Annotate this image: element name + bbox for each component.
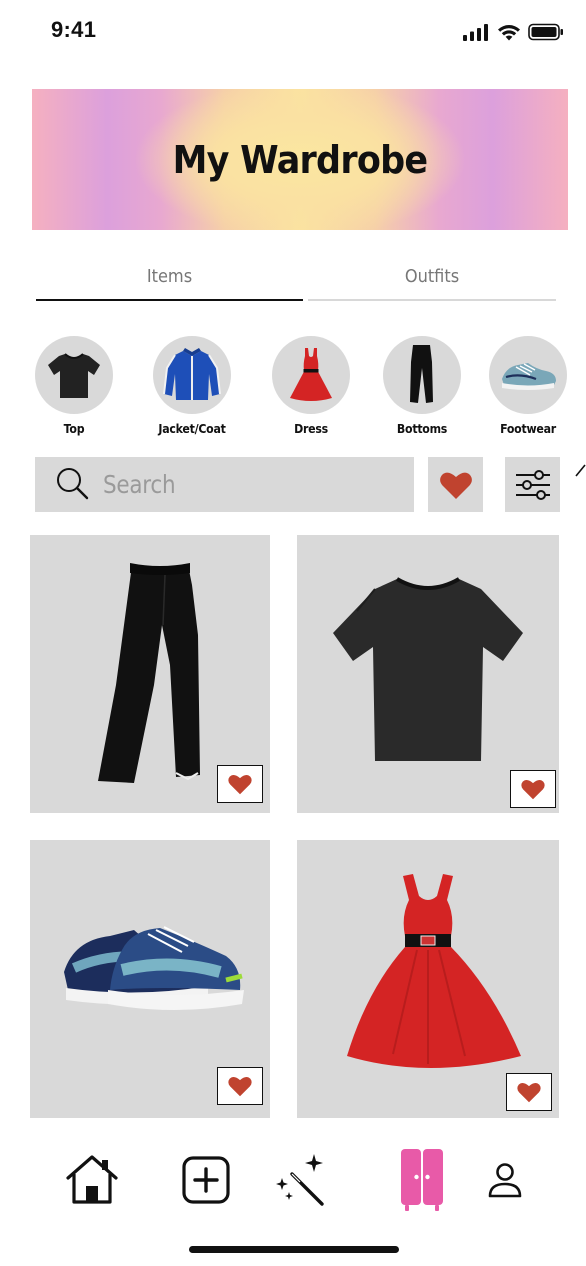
tab-items[interactable]: Items <box>36 250 303 302</box>
status-time: 9:41 <box>51 17 97 42</box>
category-row: Top Jacket/Coat Dress Bottoms Footwear <box>0 336 586 446</box>
category-label: Dress <box>294 421 328 436</box>
item-card-dress[interactable] <box>297 840 559 1118</box>
category-bottoms-thumb <box>383 336 461 414</box>
dress-icon <box>290 348 332 401</box>
nav-style-assistant[interactable] <box>268 1140 332 1220</box>
scroll-arrow-icon <box>575 464 586 477</box>
home-icon <box>66 1155 118 1204</box>
tab-indicator-active <box>36 299 303 301</box>
nav-profile[interactable] <box>478 1140 532 1220</box>
nav-home[interactable] <box>62 1140 122 1220</box>
filter-settings-button[interactable] <box>505 457 560 512</box>
page-title: My Wardrobe <box>172 137 429 182</box>
add-icon <box>182 1156 230 1204</box>
tab-outfits[interactable]: Outfits <box>308 250 556 302</box>
heart-icon <box>521 779 545 800</box>
item-card-t-shirt[interactable] <box>297 535 559 813</box>
category-bottoms[interactable]: Bottoms <box>367 336 477 436</box>
category-jacket-coat[interactable]: Jacket/Coat <box>137 336 247 436</box>
category-top-thumb <box>35 336 113 414</box>
heart-icon <box>439 472 472 499</box>
status-icons <box>462 20 564 44</box>
category-label: Jacket/Coat <box>158 421 226 436</box>
wardrobe-icon <box>401 1149 443 1211</box>
nav-add-item[interactable] <box>176 1140 236 1220</box>
favorite-toggle[interactable] <box>510 770 556 808</box>
profile-icon <box>488 1163 522 1198</box>
heart-icon <box>517 1082 541 1103</box>
category-label: Top <box>63 421 85 436</box>
category-footwear-thumb <box>489 336 567 414</box>
magic-wand-icon <box>276 1154 324 1206</box>
sneaker-icon <box>502 363 556 390</box>
signal-icon <box>463 24 488 41</box>
category-label: Footwear <box>500 421 556 436</box>
jacket-icon <box>163 348 221 400</box>
heart-icon <box>228 774 252 795</box>
battery-icon <box>528 23 563 41</box>
header-banner: My Wardrobe <box>32 89 568 230</box>
tab-bar: Items Outfits <box>36 250 556 304</box>
favorites-filter-button[interactable] <box>428 457 483 512</box>
sliders-icon <box>515 469 550 500</box>
t-shirt-icon <box>48 353 100 398</box>
status-bar: 9:41 <box>0 0 586 62</box>
pants-icon <box>410 345 433 406</box>
item-card-sneakers[interactable] <box>30 840 270 1118</box>
search-icon <box>57 467 89 499</box>
category-top[interactable]: Top <box>19 336 129 436</box>
favorite-toggle[interactable] <box>217 765 263 803</box>
heart-icon <box>228 1076 252 1097</box>
bottom-nav <box>0 1140 586 1220</box>
category-footwear[interactable]: Footwear <box>473 336 583 436</box>
nav-wardrobe[interactable] <box>392 1140 452 1220</box>
tab-indicator <box>308 299 556 301</box>
search-row: Search <box>0 457 586 513</box>
search-placeholder: Search <box>103 470 176 499</box>
category-jacket-thumb <box>153 336 231 414</box>
search-input[interactable]: Search <box>35 457 414 512</box>
category-dress-thumb <box>272 336 350 414</box>
favorite-toggle[interactable] <box>217 1067 263 1105</box>
home-indicator <box>189 1246 399 1253</box>
favorite-toggle[interactable] <box>506 1073 552 1111</box>
category-dress[interactable]: Dress <box>256 336 366 436</box>
wifi-icon <box>498 25 520 41</box>
item-card-pants[interactable] <box>30 535 270 813</box>
category-label: Bottoms <box>396 421 448 436</box>
